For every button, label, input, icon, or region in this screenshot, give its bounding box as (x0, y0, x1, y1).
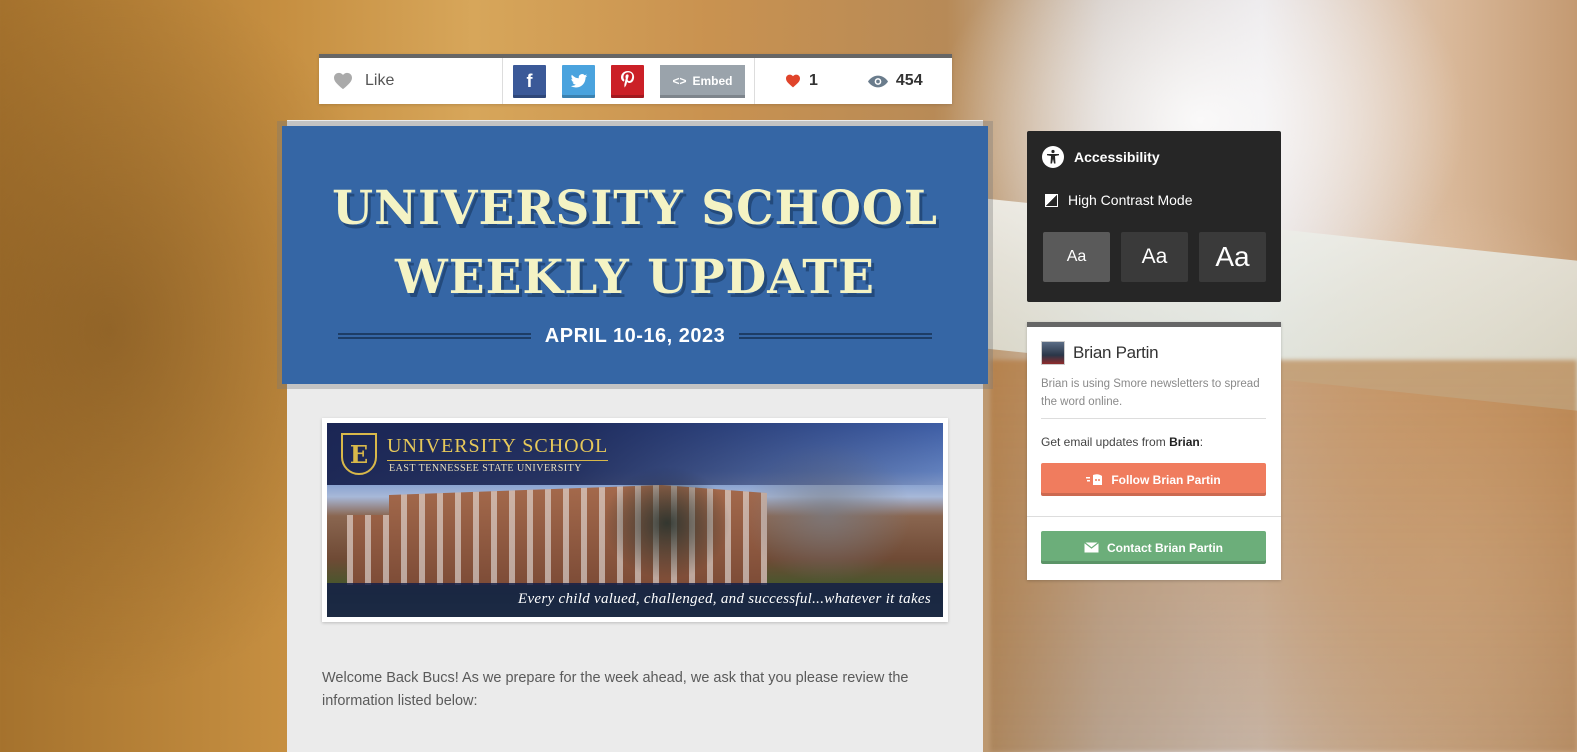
like-label: Like (365, 72, 395, 89)
author-name: Brian Partin (1073, 343, 1159, 362)
facebook-icon: f (526, 70, 533, 91)
like-button[interactable]: Like (319, 58, 503, 104)
likes-count: 1 (809, 72, 818, 89)
pinterest-icon (620, 71, 634, 88)
eye-icon (867, 75, 888, 87)
logo-school-name: UNIVERSITY SCHOOL (387, 435, 609, 461)
updates-name: Brian (1169, 435, 1200, 449)
follow-button[interactable]: Follow Brian Partin (1041, 463, 1266, 496)
school-photo-inner: E UNIVERSITY SCHOOL EAST TENNESSEE STATE… (327, 423, 943, 617)
accessibility-header: Accessibility (1042, 146, 1160, 168)
author-description: Brian is using Smore newsletters to spre… (1041, 378, 1260, 408)
author-card: Brian Partin Brian is using Smore newsle… (1027, 322, 1281, 580)
school-tagline: Every child valued, challenged, and succ… (327, 583, 943, 617)
welcome-text: Welcome Back Bucs! As we prepare for the… (322, 670, 909, 709)
divider (1041, 418, 1266, 419)
updates-prefix: Get email updates from (1041, 435, 1170, 449)
social-buttons: f <> Embed (503, 58, 755, 104)
envelope-icon (1084, 542, 1099, 553)
font-size-large-button[interactable]: Aa (1199, 232, 1266, 282)
embed-label: Embed (692, 74, 733, 88)
heart-outline-icon (334, 72, 352, 90)
logo-university-name: EAST TENNESSEE STATE UNIVERSITY (389, 463, 582, 474)
twitter-share-button[interactable] (562, 64, 595, 98)
facebook-share-button[interactable]: f (513, 64, 546, 98)
school-header-image: E UNIVERSITY SCHOOL EAST TENNESSEE STATE… (322, 418, 948, 622)
newsletter-banner: UNIVERSITY SCHOOL WEEKLY UPDATE APRIL 10… (282, 126, 988, 384)
likes-stat: 1 (785, 72, 818, 90)
heart-icon (786, 74, 800, 88)
twitter-icon (570, 73, 587, 88)
stats: 1 454 (755, 58, 923, 104)
high-contrast-label: High Contrast Mode (1068, 192, 1193, 208)
title-line-1: UNIVERSITY SCHOOL (332, 181, 938, 236)
views-count: 454 (895, 72, 923, 89)
follow-icon (1086, 473, 1103, 485)
contrast-icon (1045, 193, 1058, 207)
avatar (1041, 341, 1065, 365)
email-updates-text: Get email updates from Brian: (1041, 435, 1203, 449)
high-contrast-toggle[interactable]: High Contrast Mode (1045, 192, 1193, 208)
accessibility-panel: Accessibility High Contrast Mode Aa Aa A… (1027, 131, 1281, 302)
date-rule-left (338, 333, 531, 339)
pinterest-share-button[interactable] (611, 64, 644, 98)
font-size-small-button[interactable]: Aa (1043, 232, 1110, 282)
date-row: APRIL 10-16, 2023 (338, 324, 933, 348)
etsu-shield-icon: E (341, 433, 377, 475)
newsletter-date: APRIL 10-16, 2023 (544, 324, 726, 347)
divider (1027, 516, 1281, 517)
author-header: Brian Partin (1041, 341, 1159, 365)
contact-button[interactable]: Contact Brian Partin (1041, 531, 1266, 564)
embed-button[interactable]: <> Embed (660, 64, 745, 98)
font-size-medium-button[interactable]: Aa (1121, 232, 1188, 282)
code-icon: <> (672, 74, 687, 88)
follow-label: Follow Brian Partin (1111, 472, 1221, 487)
font-size-options: Aa Aa Aa (1043, 232, 1266, 282)
contact-label: Contact Brian Partin (1106, 540, 1223, 555)
title-line-2: WEEKLY UPDATE (394, 250, 876, 305)
accessibility-title: Accessibility (1074, 149, 1160, 165)
share-toolbar: Like f <> Embed 1 454 (319, 54, 952, 104)
updates-suffix: : (1199, 435, 1204, 449)
views-stat: 454 (867, 72, 923, 90)
newsletter-title: UNIVERSITY SCHOOL WEEKLY UPDATE (282, 174, 988, 312)
date-rule-right (739, 333, 933, 339)
accessibility-icon (1042, 146, 1064, 168)
